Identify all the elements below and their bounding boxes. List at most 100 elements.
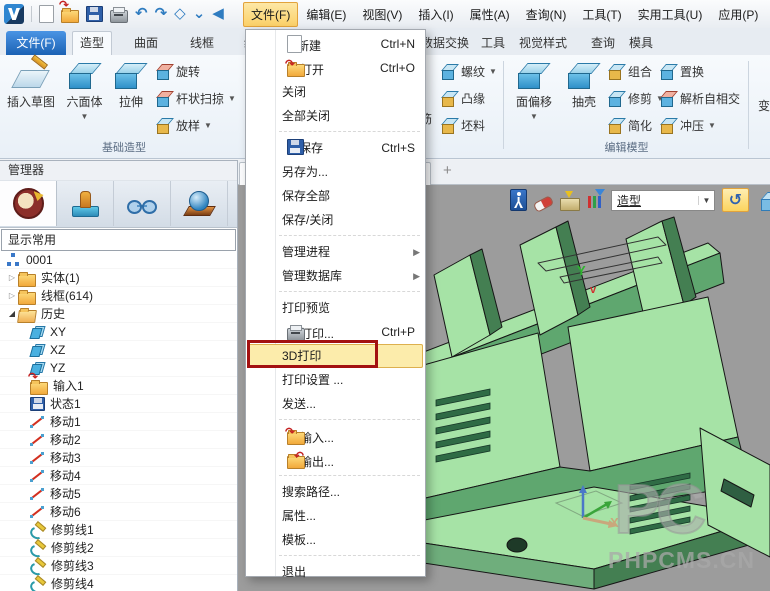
- tree-row-移动4[interactable]: 移动4: [0, 467, 237, 485]
- menu-item-模板[interactable]: 模板...: [246, 528, 425, 552]
- ribbon-button-sweep[interactable]: 杆状扫掠 ▼: [156, 88, 236, 108]
- tree-row-修剪线1[interactable]: 修剪线1: [0, 521, 237, 539]
- undo-icon[interactable]: ↶: [135, 5, 148, 23]
- tree-row-移动3[interactable]: 移动3: [0, 449, 237, 467]
- menubar-item-文件F[interactable]: 文件(F): [243, 2, 298, 27]
- menubar-item-视图V[interactable]: 视图(V): [354, 2, 410, 27]
- menu-item-全部关闭[interactable]: 全部关闭: [246, 104, 425, 128]
- new-tab-button[interactable]: +: [443, 162, 452, 179]
- menubar-item-实用工具U[interactable]: 实用工具(U): [630, 2, 711, 27]
- ribbon-tab-查询[interactable]: 查询: [584, 32, 622, 55]
- ribbon-button-shell[interactable]: 抽壳: [562, 58, 606, 109]
- tab-file[interactable]: 文件(F): [6, 31, 66, 55]
- tree-row-移动1[interactable]: 移动1: [0, 413, 237, 431]
- tree-row-移动2[interactable]: 移动2: [0, 431, 237, 449]
- ribbon-tab-模具[interactable]: 模具: [622, 32, 660, 55]
- open-icon[interactable]: [61, 10, 79, 23]
- tree-row-移动6[interactable]: 移动6: [0, 503, 237, 521]
- display-filter-icon[interactable]: [587, 191, 604, 209]
- ribbon-button-punch[interactable]: 冲压 ▼: [660, 115, 716, 135]
- ribbon-button-loft[interactable]: 放样 ▼: [156, 115, 212, 135]
- menu-item-发送[interactable]: 发送...: [246, 392, 425, 416]
- menu-item-打印设置[interactable]: 打印设置 ...: [246, 368, 425, 392]
- expand-expander-icon[interactable]: ▷: [6, 291, 18, 300]
- ribbon-button-combine[interactable]: 组合: [608, 61, 652, 81]
- manager-tab-glasses[interactable]: [114, 181, 171, 226]
- tree-row-输入1[interactable]: 输入1: [0, 377, 237, 395]
- manager-tab-stamp[interactable]: [57, 181, 114, 226]
- ribbon-button-flange[interactable]: 凸缘: [441, 88, 485, 108]
- menu-item-关闭[interactable]: 关闭: [246, 80, 425, 104]
- new-document-icon[interactable]: [39, 5, 54, 23]
- menu-item-输入[interactable]: 输入...: [246, 424, 425, 448]
- tree-row-修剪线2[interactable]: 修剪线2: [0, 539, 237, 557]
- isometric-view-button[interactable]: [756, 188, 770, 212]
- fit-view-icon[interactable]: ◇: [174, 5, 186, 23]
- collapse-expander-icon[interactable]: ◢: [6, 309, 18, 318]
- tree-row-线框(614)[interactable]: ▷线框(614): [0, 287, 237, 305]
- menu-item-另存为[interactable]: 另存为...: [246, 160, 425, 184]
- manager-tab-sphere[interactable]: [171, 181, 228, 226]
- tree-row-XZ[interactable]: XZ: [0, 341, 237, 359]
- ribbon-button-extrude[interactable]: 拉伸: [110, 58, 152, 109]
- trim-icon: [30, 559, 46, 573]
- menu-shortcut: Ctrl+O: [380, 56, 415, 80]
- manager-tab-gauge[interactable]: [0, 181, 57, 226]
- menubar-item-插入I[interactable]: 插入(I): [410, 2, 461, 27]
- orient-view-button[interactable]: ↺: [722, 188, 749, 212]
- tree-row-修剪线3[interactable]: 修剪线3: [0, 557, 237, 575]
- redo-icon[interactable]: ↷: [155, 5, 168, 23]
- menu-item-打开[interactable]: 打开Ctrl+O: [246, 56, 425, 80]
- menu-item-搜索路径[interactable]: 搜索路径...: [246, 480, 425, 504]
- menu-item-打印预览[interactable]: 打印预览: [246, 296, 425, 320]
- menu-item-保存关闭[interactable]: 保存/关闭: [246, 208, 425, 232]
- menu-item-管理进程[interactable]: 管理进程▶: [246, 240, 425, 264]
- collapse-icon[interactable]: ⌄: [193, 5, 206, 23]
- ribbon-button-revolve[interactable]: 旋转: [156, 61, 200, 81]
- tree-row-实体(1)[interactable]: ▷实体(1): [0, 269, 237, 287]
- menu-item-属性[interactable]: 属性...: [246, 504, 425, 528]
- section-box-icon[interactable]: [560, 198, 580, 211]
- menu-item-保存[interactable]: 保存Ctrl+S: [246, 136, 425, 160]
- menubar-item-属性A[interactable]: 属性(A): [462, 2, 518, 27]
- tree-row-修剪线4[interactable]: 修剪线4: [0, 575, 237, 591]
- isometric-cube-icon: [760, 190, 770, 210]
- ribbon-button-insert-sketch[interactable]: 插入草图: [4, 58, 58, 109]
- ribbon-button-blank[interactable]: 坯料: [441, 115, 485, 135]
- menu-item-新建[interactable]: 新建Ctrl+N: [246, 32, 425, 56]
- menu-item-保存全部[interactable]: 保存全部: [246, 184, 425, 208]
- tree-row-历史[interactable]: ◢历史: [0, 305, 237, 323]
- walk-through-icon[interactable]: [510, 189, 527, 211]
- ribbon-tab-曲面[interactable]: 曲面: [127, 32, 165, 55]
- scroll-left-icon[interactable]: ◀: [212, 5, 224, 23]
- ribbon-tab-视觉样式[interactable]: 视觉样式: [512, 32, 574, 55]
- eraser-icon[interactable]: [533, 195, 554, 213]
- ribbon-button-face-offset[interactable]: 面偏移 ▼: [507, 58, 561, 123]
- tree-row-XY[interactable]: XY: [0, 323, 237, 341]
- menu-item-输出[interactable]: 输出...: [246, 448, 425, 472]
- menu-item-退出[interactable]: 退出: [246, 560, 425, 584]
- ribbon-tab-造型[interactable]: 造型: [72, 31, 112, 57]
- menubar-item-应用P[interactable]: 应用(P): [710, 2, 766, 27]
- tree-row-0001[interactable]: 0001: [0, 251, 237, 269]
- ribbon-button-trim[interactable]: 修剪 ▼: [608, 88, 664, 108]
- ribbon-button-simplify[interactable]: 简化: [608, 115, 652, 135]
- expand-expander-icon[interactable]: ▷: [6, 273, 18, 282]
- ribbon-button-resolve-selfintersect[interactable]: 解析自相交: [660, 88, 740, 108]
- menubar-item-编辑E[interactable]: 编辑(E): [298, 2, 354, 27]
- ribbon-tab-线框[interactable]: 线框: [183, 32, 221, 55]
- print-icon[interactable]: [110, 10, 128, 23]
- menubar-item-查询N[interactable]: 查询(N): [518, 2, 575, 27]
- save-icon[interactable]: [86, 6, 103, 22]
- menubar-item-帮助[interactable]: 帮助: [766, 2, 770, 27]
- ribbon-button-box[interactable]: 六面体 ▼: [61, 58, 108, 123]
- ribbon-button-thread[interactable]: 螺纹 ▼: [441, 61, 497, 81]
- tree-row-状态1[interactable]: 状态1: [0, 395, 237, 413]
- ribbon-button-replace[interactable]: 置换: [660, 61, 704, 81]
- tree-row-移动5[interactable]: 移动5: [0, 485, 237, 503]
- tree-filter-bar[interactable]: 显示常用: [1, 229, 236, 251]
- menu-item-管理数据库[interactable]: 管理数据库▶: [246, 264, 425, 288]
- ribbon-tab-工具[interactable]: 工具: [474, 32, 512, 55]
- view-mode-select[interactable]: 造型 ▼: [611, 190, 715, 211]
- menubar-item-工具T[interactable]: 工具(T): [574, 2, 629, 27]
